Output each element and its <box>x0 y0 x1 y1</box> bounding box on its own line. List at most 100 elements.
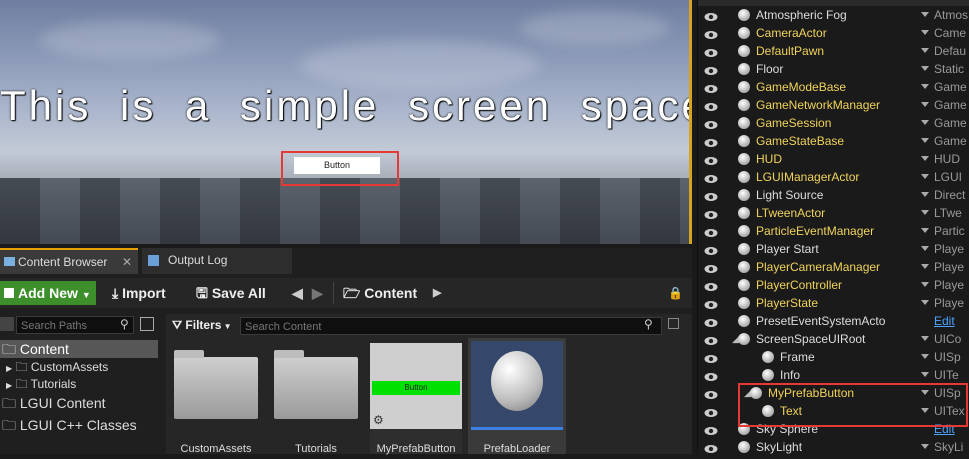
dropdown-arrow-icon[interactable] <box>921 192 929 197</box>
lock-icon[interactable]: 🔒 <box>668 278 683 308</box>
visibility-eye-icon[interactable] <box>704 27 718 39</box>
asset-tile-customassets[interactable]: CustomAssets <box>170 343 262 455</box>
visibility-eye-icon[interactable] <box>704 189 718 201</box>
dropdown-arrow-icon[interactable] <box>921 372 929 377</box>
search-content-input[interactable]: Search Content <box>240 317 662 335</box>
outliner-row[interactable]: SkyLight SkyLi <box>698 438 969 456</box>
dropdown-arrow-icon[interactable] <box>921 48 929 53</box>
visibility-eye-icon[interactable] <box>704 171 718 183</box>
visibility-eye-icon[interactable] <box>704 261 718 273</box>
outliner-row[interactable]: PlayerController Playe <box>698 276 969 294</box>
dropdown-arrow-icon[interactable] <box>921 444 929 449</box>
visibility-eye-icon[interactable] <box>704 135 718 147</box>
view-options-icon[interactable] <box>0 317 14 331</box>
visibility-eye-icon[interactable] <box>704 351 718 363</box>
dropdown-arrow-icon[interactable] <box>921 354 929 359</box>
dropdown-arrow-icon[interactable] <box>921 12 929 17</box>
asset-tile-myprefabbutton[interactable]: Button ⚙ MyPrefabButton <box>370 343 462 455</box>
outliner-row[interactable]: Frame UISp <box>698 348 969 366</box>
visibility-eye-icon[interactable] <box>704 243 718 255</box>
dropdown-arrow-icon[interactable] <box>921 30 929 35</box>
outliner-row[interactable]: LTweenActor LTwe <box>698 204 969 222</box>
visibility-eye-icon[interactable] <box>704 405 718 417</box>
visibility-eye-icon[interactable] <box>704 153 718 165</box>
edit-link[interactable]: Edit <box>934 312 969 330</box>
dropdown-arrow-icon[interactable] <box>921 84 929 89</box>
add-new-button[interactable]: Add New ▼ <box>0 281 96 305</box>
visibility-eye-icon[interactable] <box>704 63 718 75</box>
visibility-eye-icon[interactable] <box>704 81 718 93</box>
outliner-row[interactable]: DefaultPawn Defau <box>698 42 969 60</box>
outliner-row[interactable]: Light Source Direct <box>698 186 969 204</box>
dropdown-arrow-icon[interactable] <box>921 66 929 71</box>
outliner-row[interactable]: GameModeBase Game <box>698 78 969 96</box>
visibility-eye-icon[interactable] <box>704 333 718 345</box>
tab-content-browser[interactable]: Content Browser ✕ <box>0 248 138 274</box>
dropdown-arrow-icon[interactable] <box>921 336 929 341</box>
list-options-icon[interactable] <box>140 317 154 331</box>
filters-button[interactable]: ⛛ Filters ▼ <box>172 316 232 336</box>
dropdown-arrow-icon[interactable] <box>921 264 929 269</box>
dropdown-arrow-icon[interactable] <box>921 156 929 161</box>
visibility-eye-icon[interactable] <box>704 117 718 129</box>
outliner-row[interactable]: CameraActor Came <box>698 24 969 42</box>
visibility-eye-icon[interactable] <box>704 207 718 219</box>
outliner-row[interactable]: GameStateBase Game <box>698 132 969 150</box>
visibility-eye-icon[interactable] <box>704 423 718 435</box>
tree-item-lgui-content[interactable]: 🗀 LGUI Content <box>0 394 106 412</box>
visibility-eye-icon[interactable] <box>704 441 718 453</box>
search-paths-input[interactable]: Search Paths <box>16 316 134 334</box>
tree-item-customassets[interactable]: ▶ 🗀 CustomAssets <box>0 358 108 376</box>
asset-label: CustomAssets <box>180 443 252 455</box>
dropdown-arrow-icon[interactable] <box>921 120 929 125</box>
path-chevron-icon[interactable]: ▶ <box>433 278 441 308</box>
tree-item-content[interactable]: 🗀 Content <box>0 340 158 358</box>
actor-icon <box>738 333 750 345</box>
outliner-row[interactable]: LGUIManagerActor LGUI <box>698 168 969 186</box>
import-button[interactable]: ⤓ Import <box>112 278 166 308</box>
outliner-row[interactable]: GameSession Game <box>698 114 969 132</box>
visibility-eye-icon[interactable] <box>704 225 718 237</box>
visibility-eye-icon[interactable] <box>704 9 718 21</box>
dropdown-arrow-icon[interactable] <box>921 210 929 215</box>
dropdown-arrow-icon[interactable] <box>921 174 929 179</box>
dropdown-arrow-icon[interactable] <box>921 228 929 233</box>
outliner-row[interactable]: PlayerState Playe <box>698 294 969 312</box>
visibility-eye-icon[interactable] <box>704 297 718 309</box>
visibility-eye-icon[interactable] <box>704 279 718 291</box>
history-forward-icon[interactable]: ▶ <box>312 278 323 308</box>
history-back-icon[interactable]: ◀ <box>292 278 303 308</box>
outliner-row[interactable]: Floor Static <box>698 60 969 78</box>
tree-item-tutorials[interactable]: ▶ 🗀 Tutorials <box>0 375 76 393</box>
dropdown-arrow-icon[interactable] <box>921 138 929 143</box>
folder-path-crumb[interactable]: 🗁 Content <box>343 278 417 308</box>
outliner-row[interactable]: Atmospheric Fog Atmos <box>698 6 969 24</box>
visibility-eye-icon[interactable] <box>704 99 718 111</box>
dropdown-arrow-icon[interactable] <box>921 246 929 251</box>
visibility-eye-icon[interactable] <box>704 369 718 381</box>
outliner-row[interactable]: PresetEventSystemActo Edit <box>698 312 969 330</box>
outliner-row[interactable]: ◢ ScreenSpaceUIRoot UICo <box>698 330 969 348</box>
visibility-eye-icon[interactable] <box>704 45 718 57</box>
close-icon[interactable]: ✕ <box>122 248 132 276</box>
outliner-row[interactable]: PlayerCameraManager Playe <box>698 258 969 276</box>
save-all-button[interactable]: 🖫 Save All <box>196 278 266 308</box>
highlight-box-button <box>281 151 399 186</box>
add-icon <box>4 288 14 298</box>
dropdown-arrow-icon[interactable] <box>921 282 929 287</box>
tab-output-log[interactable]: Output Log <box>142 248 292 274</box>
visibility-eye-icon[interactable] <box>704 387 718 399</box>
asset-tile-prefabloader[interactable]: PrefabLoader <box>468 338 566 455</box>
dropdown-arrow-icon[interactable] <box>921 300 929 305</box>
outliner-row[interactable]: HUD HUD <box>698 150 969 168</box>
outliner-row[interactable]: Player Start Playe <box>698 240 969 258</box>
visibility-eye-icon[interactable] <box>704 315 718 327</box>
save-search-icon[interactable] <box>668 318 679 329</box>
level-viewport[interactable]: This is a simple screen space UI. Button <box>0 0 692 244</box>
outliner-row[interactable]: Info UITe <box>698 366 969 384</box>
outliner-row[interactable]: ParticleEventManager Partic <box>698 222 969 240</box>
asset-tile-tutorials[interactable]: Tutorials <box>270 343 362 455</box>
tree-item-lgui-cpp-classes[interactable]: 🗀 LGUI C++ Classes <box>0 416 137 434</box>
dropdown-arrow-icon[interactable] <box>921 102 929 107</box>
outliner-row[interactable]: GameNetworkManager Game <box>698 96 969 114</box>
